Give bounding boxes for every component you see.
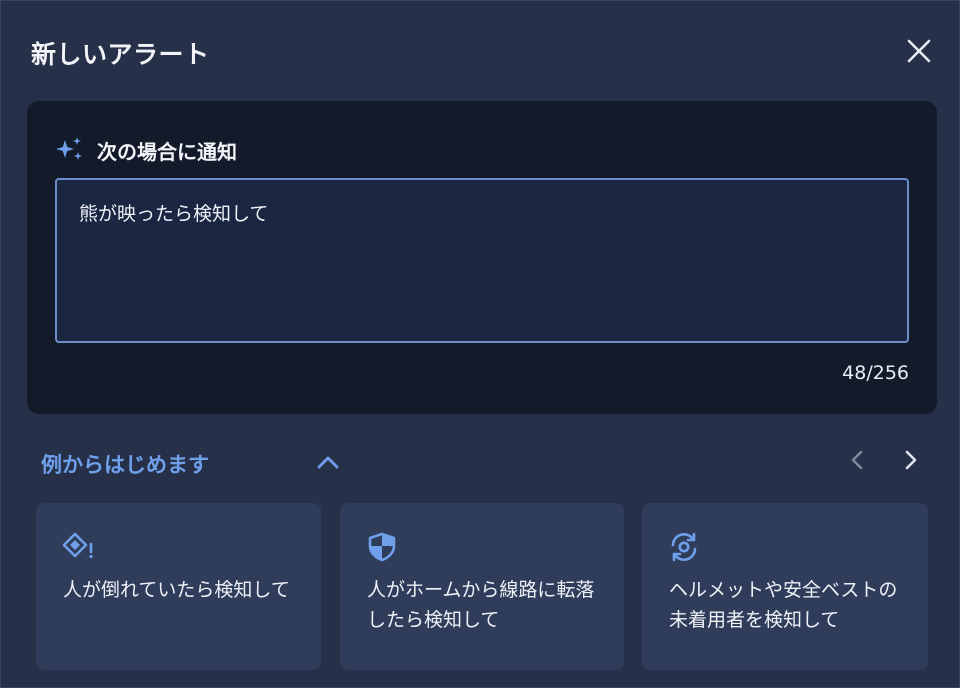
chevron-up-icon: [317, 456, 339, 469]
chevron-left-icon: [851, 450, 863, 470]
refresh-gear-icon: [671, 532, 697, 562]
sparkle-icon: [56, 137, 82, 160]
example-card-track-fall[interactable]: 人がホームから線路に転落したら検知して: [340, 503, 624, 670]
condition-prompt-input[interactable]: 熊が映ったら検知して: [55, 178, 909, 343]
dialog-title: 新しいアラート: [31, 40, 210, 69]
example-card-safety-gear[interactable]: ヘルメットや安全ベストの未着用者を検知して: [642, 503, 928, 670]
collapse-examples-button[interactable]: [313, 447, 343, 477]
close-button[interactable]: [901, 33, 937, 69]
example-card-text: 人が倒れていたら検知して: [63, 579, 290, 601]
example-card-text: ヘルメットや安全ベストの未着用者を検知して: [669, 579, 898, 631]
notify-condition-label: 次の場合に通知: [97, 140, 237, 164]
next-examples-button[interactable]: [897, 445, 925, 475]
chevron-right-icon: [905, 450, 917, 470]
warning-diamond-icon: [62, 532, 93, 559]
notify-condition-panel: 次の場合に通知 熊が映ったら検知して 48/256: [27, 101, 937, 414]
example-card-text: 人がホームから線路に転落したら検知して: [367, 579, 595, 631]
character-counter: 48/256: [842, 362, 909, 384]
close-icon: [907, 39, 931, 63]
previous-examples-button[interactable]: [843, 445, 871, 475]
new-alert-dialog: 新しいアラート 次の場合に通知 熊が映ったら検知して 48/256 例からはじめ…: [0, 0, 960, 688]
shield-icon: [368, 532, 396, 562]
example-card-fallen-person[interactable]: 人が倒れていたら検知して: [36, 503, 321, 670]
examples-heading: 例からはじめます: [41, 453, 209, 477]
